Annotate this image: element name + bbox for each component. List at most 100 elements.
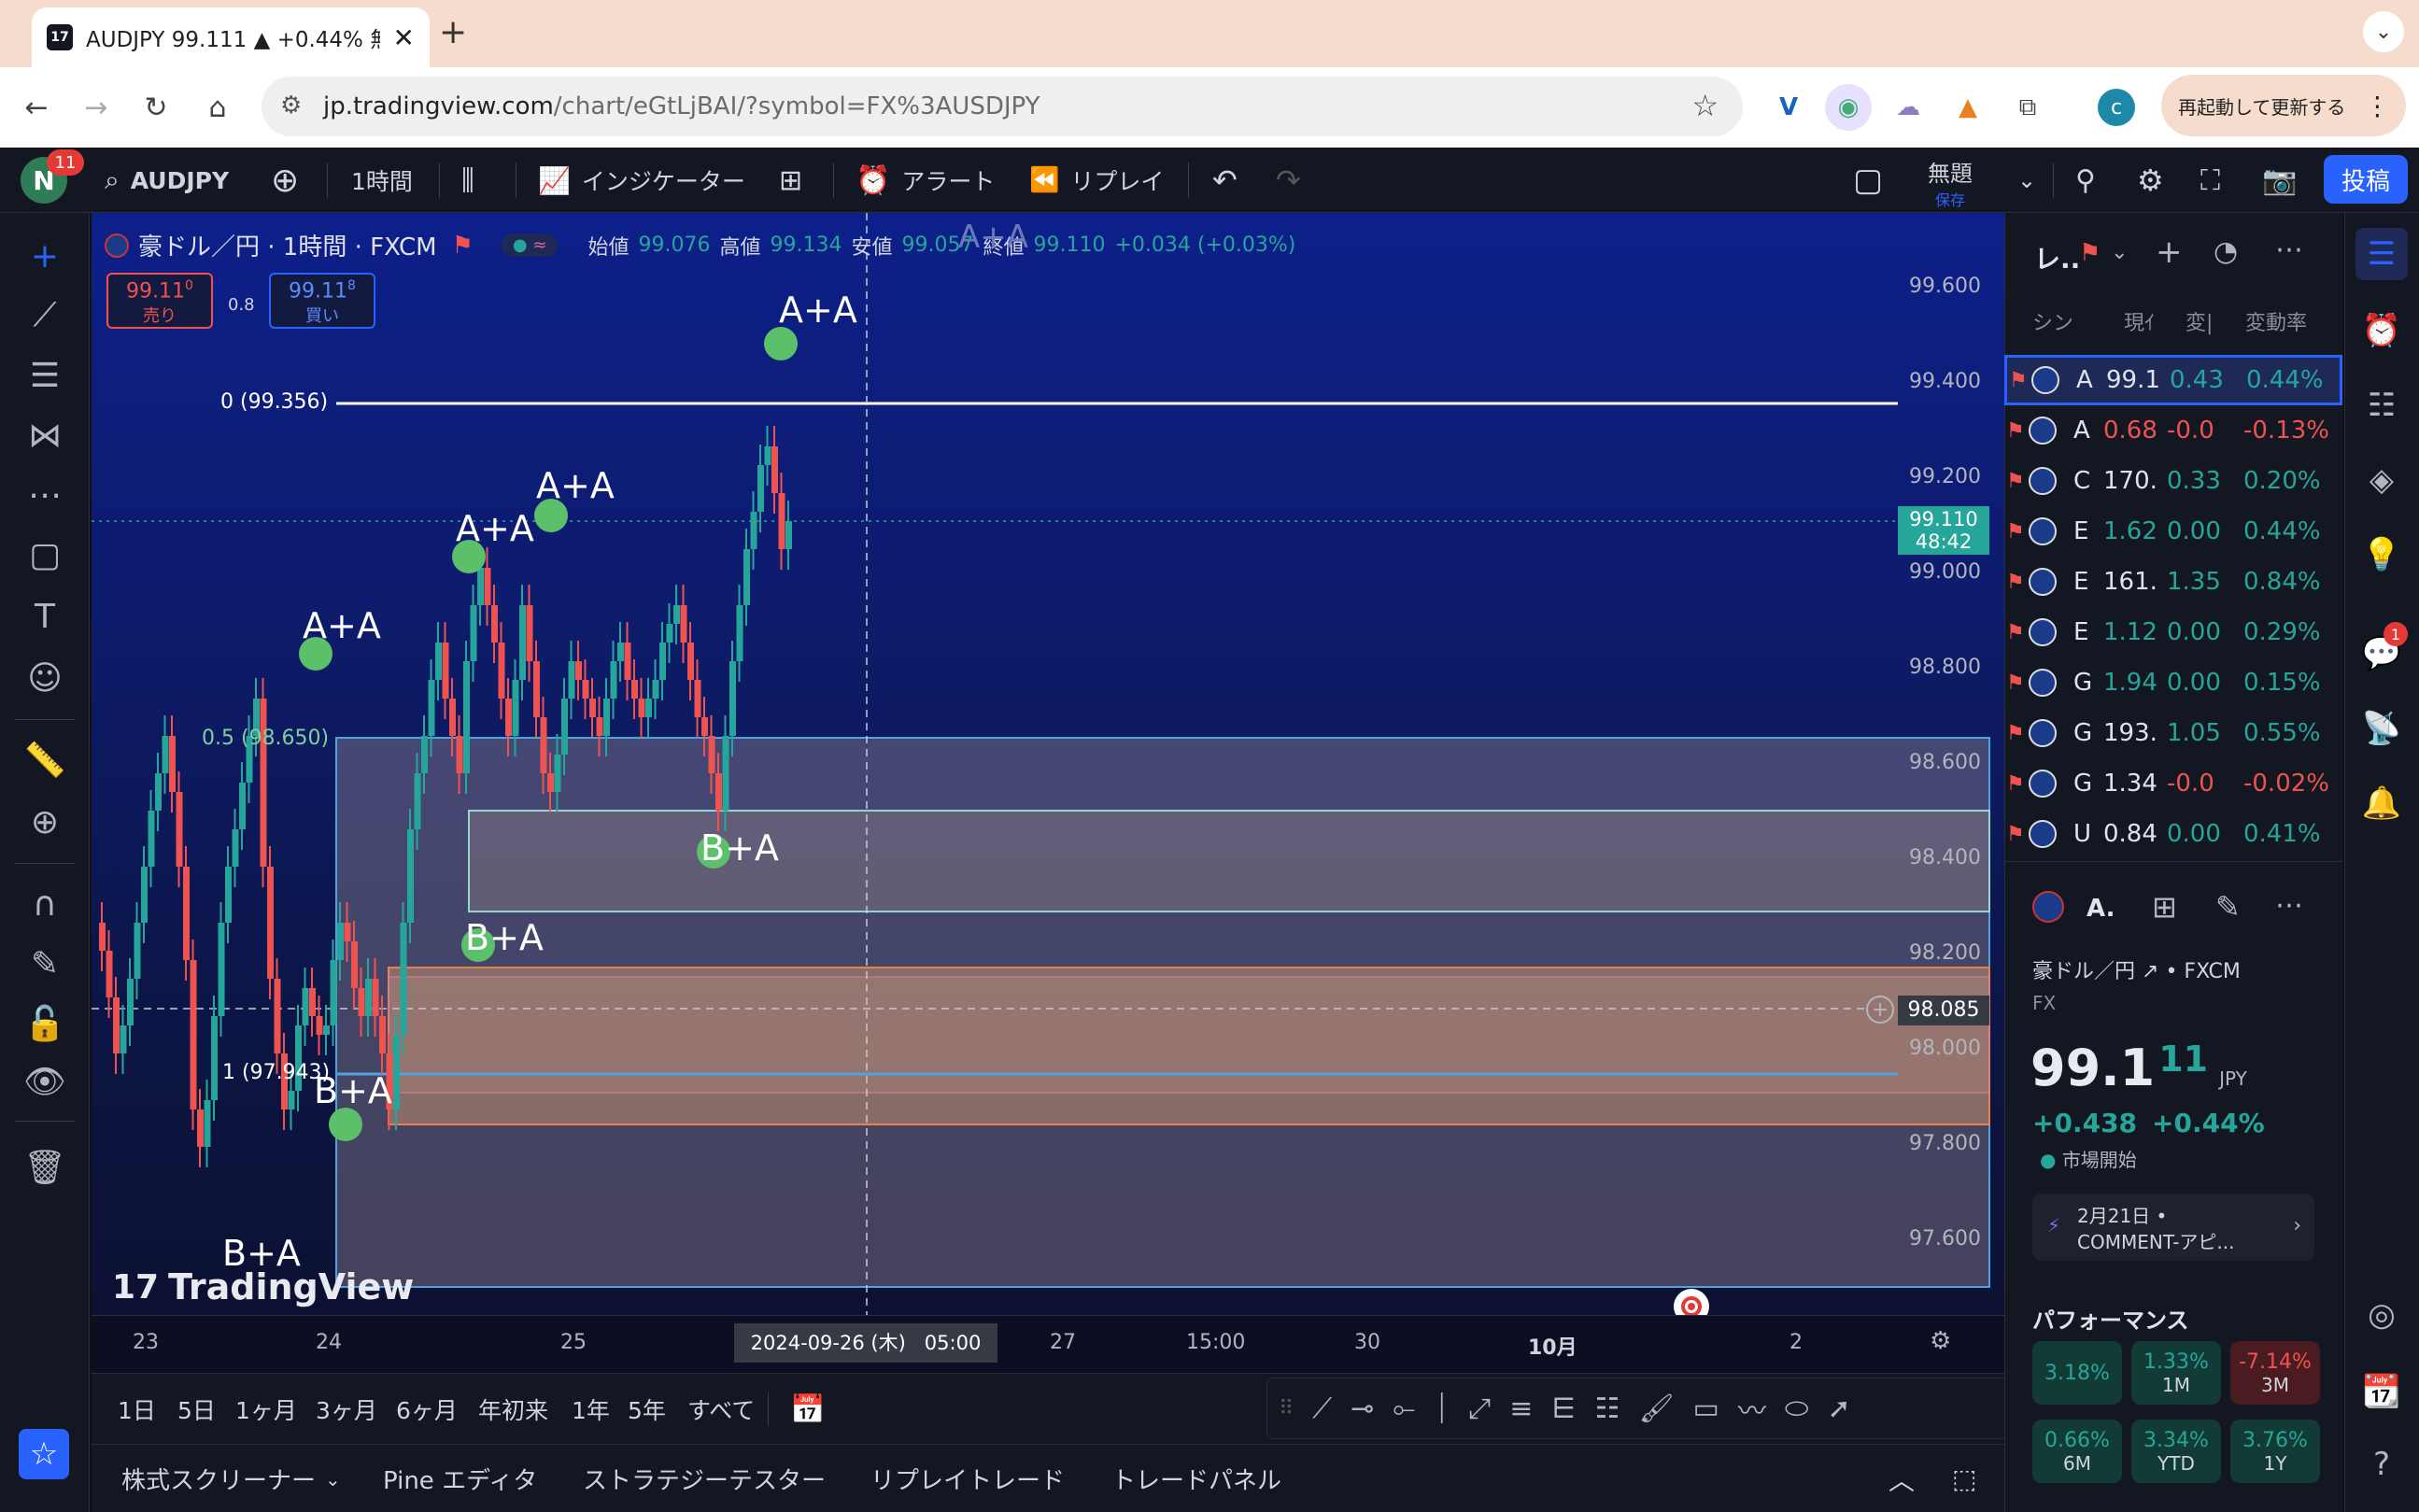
watchlist-row[interactable]: ⚑ E 161. 1.35 0.84% xyxy=(2004,557,2342,607)
edit-note-icon[interactable]: ✎ xyxy=(2215,889,2241,925)
candle-type-icon[interactable]: ⫼ xyxy=(461,148,474,213)
status-pill[interactable]: ● ≈ xyxy=(501,233,559,257)
sell-button[interactable]: 99.110 売り xyxy=(106,273,213,329)
browser-menu-icon[interactable]: ⋮ xyxy=(2364,91,2390,121)
help-icon[interactable]: ? xyxy=(2355,1438,2408,1491)
path-icon[interactable]: 〰 xyxy=(1738,1388,1766,1429)
chart-canvas[interactable] xyxy=(92,213,2004,1373)
detail-name[interactable]: 豪ドル／円 xyxy=(2032,960,2135,983)
layout-select-icon[interactable]: ▢ xyxy=(1853,148,1883,213)
time-axis[interactable]: 23 24 25 27 15:00 30 10月 2 2024-09-26 (木… xyxy=(92,1315,2004,1373)
ruler-icon[interactable]: 📏 xyxy=(19,734,71,786)
detail-symbol[interactable]: A. xyxy=(2087,895,2115,923)
collapse-panel-chevron-up-icon[interactable]: ︿ xyxy=(1889,1445,1915,1512)
price-axis[interactable]: 99.600 99.400 99.200 99.000 98.800 98.60… xyxy=(1898,213,2004,1315)
fullscreen-icon[interactable]: ⛶ xyxy=(2200,148,2220,213)
calendar-icon[interactable]: 📆 xyxy=(2355,1365,2408,1418)
extensions-puzzle-icon[interactable]: ⧉ xyxy=(2004,84,2051,131)
range-1d[interactable]: 1日 xyxy=(118,1374,156,1445)
regression-icon[interactable]: ⋿ xyxy=(1551,1392,1576,1425)
range-1m[interactable]: 1ヶ月 xyxy=(235,1374,297,1445)
pattern-icon[interactable]: ⋈ xyxy=(19,409,71,461)
detail-more-icon[interactable]: ⋯ xyxy=(2275,889,2303,922)
trend-angle-icon[interactable]: ⤢ xyxy=(1468,1392,1491,1425)
detail-grid-icon[interactable]: ⊞ xyxy=(2152,889,2177,925)
legend-title[interactable]: 豪ドル／円 · 1時間 · FXCM xyxy=(138,228,437,262)
drag-handle-icon[interactable]: ⠿ xyxy=(1279,1397,1294,1420)
notifications-bell-icon[interactable]: 🔔 xyxy=(2355,777,2408,829)
horizontal-ray-icon[interactable]: ⟜ xyxy=(1393,1392,1415,1425)
undo-icon[interactable]: ↶ xyxy=(1212,148,1238,213)
alerts-clock-icon[interactable]: ⏰ xyxy=(2355,304,2408,357)
forecast-icon[interactable]: ⋯ xyxy=(19,469,71,521)
publish-button[interactable]: 投稿 xyxy=(2324,155,2408,204)
tab-trading-panel[interactable]: トレードパネル xyxy=(1111,1445,1281,1512)
new-tab-icon[interactable]: + xyxy=(439,13,467,51)
tab-pine-editor[interactable]: Pine エディタ xyxy=(383,1445,537,1512)
address-bar[interactable]: ⚙ jp.tradingview.com/chart/eGtLjBAI/?sym… xyxy=(262,77,1743,136)
column-header-symbol[interactable]: シン xyxy=(2032,306,2073,336)
text-tool-icon[interactable]: T xyxy=(19,590,71,643)
extension-cloud-icon[interactable]: ☁ xyxy=(1885,84,1931,131)
axis-settings-icon[interactable]: ⚙ xyxy=(1930,1327,1951,1355)
buy-button[interactable]: 99.118 買い xyxy=(269,273,375,329)
close-tab-icon[interactable]: ✕ xyxy=(393,22,415,53)
quick-search-icon[interactable]: ⚲ xyxy=(2075,148,2096,213)
watchlist-details-pie-icon[interactable]: ◔ xyxy=(2214,235,2238,268)
favorites-star-icon[interactable]: ☆ xyxy=(19,1429,69,1479)
arrow-marker-icon[interactable]: ➚ xyxy=(1828,1392,1851,1425)
add-symbol-plus-icon[interactable]: + xyxy=(2156,233,2183,271)
replay-button[interactable]: ⏪ リプレイ xyxy=(1029,148,1164,213)
range-5d[interactable]: 5日 xyxy=(177,1374,216,1445)
more-options-icon[interactable]: ⋯ xyxy=(2275,233,2303,266)
goto-date-calendar-icon[interactable]: 📅 xyxy=(790,1374,825,1445)
settings-gear-icon[interactable]: ⚙ xyxy=(2137,148,2164,213)
tab-strategy-tester[interactable]: ストラテジーテスター xyxy=(583,1445,826,1512)
back-icon[interactable]: ← xyxy=(11,82,62,133)
alert-button[interactable]: ⏰ アラート xyxy=(856,148,995,213)
forward-icon[interactable]: → xyxy=(71,82,121,133)
tab-stock-screener[interactable]: 株式スクリーナー ⌄ xyxy=(121,1445,341,1512)
layers-icon[interactable]: ◈ xyxy=(2355,454,2408,506)
watchlist-row[interactable]: ⚑ G 193. 1.05 0.55% xyxy=(2004,708,2342,758)
trash-icon[interactable]: 🗑 xyxy=(19,1141,71,1194)
watchlist-row[interactable]: ⚑ A 0.68 -0.0 -0.13% xyxy=(2004,405,2342,456)
watchlist-row[interactable]: ⚑ A 99.1 0.43 0.44% xyxy=(2004,355,2342,405)
trend-line-icon[interactable]: ⟋ xyxy=(19,290,71,342)
object-tree-icon[interactable]: ☷ xyxy=(2355,379,2408,431)
column-header-last[interactable]: 現ｲ xyxy=(2124,306,2155,336)
rectangle-icon[interactable]: ▭ xyxy=(1693,1392,1719,1425)
parallel-channel-icon[interactable]: ≡ xyxy=(1509,1392,1533,1425)
zoom-in-icon[interactable]: ⊕ xyxy=(19,796,71,848)
watchlist-title[interactable]: レ.. xyxy=(2034,239,2080,276)
reload-icon[interactable]: ↻ xyxy=(131,82,181,133)
drawing-mode-pencil-icon[interactable]: ✎ xyxy=(19,938,71,990)
extension-globe-icon[interactable]: ◉ xyxy=(1825,84,1872,131)
streams-icon[interactable]: 📡 xyxy=(2355,702,2408,755)
range-1y[interactable]: 1年 xyxy=(572,1374,610,1445)
layout-name-button[interactable]: 無題 保存 xyxy=(1928,155,1973,210)
tab-replay-trade[interactable]: リプレイトレード xyxy=(870,1445,1065,1512)
maximize-panel-icon[interactable]: ⬚ xyxy=(1952,1445,1976,1512)
watchlist-row[interactable]: ⚑ E 1.62 0.00 0.44% xyxy=(2004,506,2342,557)
extension-v-icon[interactable]: V xyxy=(1765,84,1812,131)
crosshair-icon[interactable]: + xyxy=(19,230,71,282)
external-link-icon[interactable]: ↗ xyxy=(2142,960,2158,983)
watchlist-row[interactable]: ⚑ G 1.94 0.00 0.15% xyxy=(2004,657,2342,708)
watchlist-chevron-down-icon[interactable]: ⌄ xyxy=(2111,241,2128,264)
layout-menu-chevron-icon[interactable]: ⌄ xyxy=(2017,148,2036,213)
range-6m[interactable]: 6ヶ月 xyxy=(396,1374,458,1445)
chart-pane[interactable]: 0 (99.356) 0.5 (98.650) 1 (97.943) A+A A… xyxy=(92,213,2004,1373)
watchlist-row[interactable]: ⚑ C 170. 0.33 0.20% xyxy=(2004,456,2342,506)
ray-tool-icon[interactable]: ⊸ xyxy=(1351,1392,1374,1425)
lock-icon[interactable]: 🔓 xyxy=(19,997,71,1050)
news-card[interactable]: ⚡ 2月21日 • COMMENT-アピ... › xyxy=(2032,1194,2314,1261)
ellipse-icon[interactable]: ⬭ xyxy=(1785,1392,1809,1425)
line-tool-icon[interactable]: ⟋ xyxy=(1312,1392,1332,1425)
ideas-lightbulb-icon[interactable]: 💡 xyxy=(2355,529,2408,581)
watchlist-row[interactable]: ⚑ E 1.12 0.00 0.29% xyxy=(2004,607,2342,657)
home-icon[interactable]: ⌂ xyxy=(192,82,243,133)
redo-icon[interactable]: ↷ xyxy=(1276,148,1301,213)
vertical-line-icon[interactable]: ⏐ xyxy=(1434,1392,1450,1425)
watchlist-row[interactable]: ⚑ G 1.34 -0.0 -0.02% xyxy=(2004,758,2342,809)
